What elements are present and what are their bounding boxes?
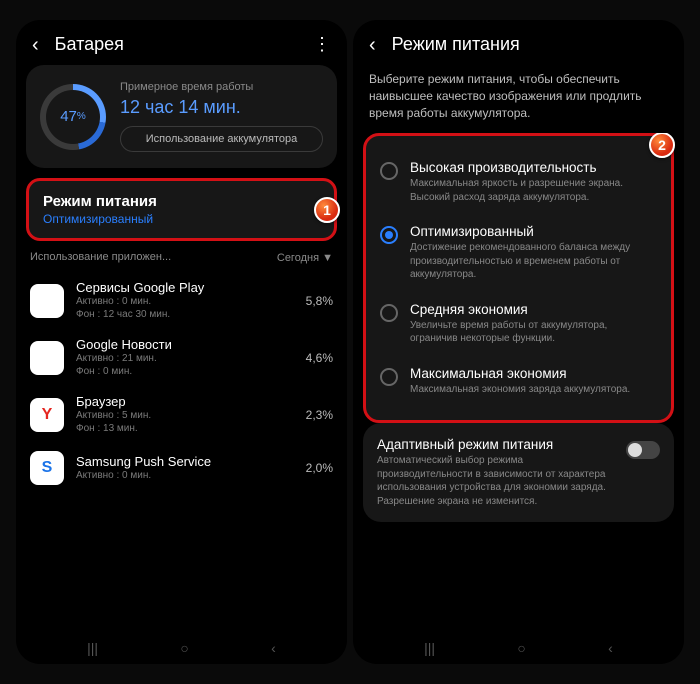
adaptive-toggle[interactable]	[626, 441, 660, 459]
power-mode-row[interactable]: Режим питания Оптимизированный 1	[26, 178, 337, 241]
power-mode-option[interactable]: Средняя экономия Увеличьте время работы о…	[378, 292, 659, 356]
radio-icon[interactable]	[380, 368, 398, 386]
radio-icon[interactable]	[380, 226, 398, 244]
battery-percent: 47	[60, 108, 77, 125]
app-percent: 2,0%	[306, 461, 333, 475]
power-mode-option[interactable]: Максимальная экономия Максимальная эконом…	[378, 356, 659, 407]
app-meta: Активно : 21 мин.Фон : 0 мин.	[76, 352, 294, 378]
back-icon[interactable]: ‹	[369, 35, 376, 55]
app-icon: S	[30, 451, 64, 485]
adaptive-power-row[interactable]: Адаптивный режим питания Автоматический …	[363, 423, 674, 522]
callout-badge-2: 2	[649, 133, 675, 158]
app-name: Samsung Push Service	[76, 454, 294, 469]
eta-label: Примерное время работы	[120, 81, 323, 93]
radio-icon[interactable]	[380, 304, 398, 322]
app-percent: 2,3%	[306, 408, 333, 422]
app-row[interactable]: Y БраузерАктивно : 5 мин.Фон : 13 мин. 2,3…	[26, 386, 337, 443]
power-mode-option[interactable]: Оптимизированный Достижение рекомендованн…	[378, 214, 659, 292]
app-icon: Y	[30, 398, 64, 432]
option-desc: Максимальная яркость и разрешение экрана…	[410, 177, 657, 204]
nav-back-icon[interactable]: ‹	[271, 640, 276, 656]
app-name: Сервисы Google Play	[76, 280, 294, 295]
power-mode-value: Оптимизированный	[43, 212, 320, 226]
more-icon[interactable]: ⋮	[313, 34, 331, 55]
power-mode-option[interactable]: Высокая производительность Максимальная я…	[378, 150, 659, 214]
nav-home-icon[interactable]: ○	[180, 640, 188, 656]
nav-home-icon[interactable]: ○	[517, 640, 525, 656]
power-mode-screen: ‹ Режим питания Выберите режим питания, …	[353, 20, 684, 664]
page-title: Батарея	[55, 34, 297, 55]
app-row[interactable]: G Google НовостиАктивно : 21 мин.Фон : 0 …	[26, 329, 337, 386]
option-title: Оптимизированный	[410, 224, 657, 239]
option-title: Максимальная экономия	[410, 366, 657, 381]
power-mode-options: 2 Высокая производительность Максимальная…	[363, 133, 674, 423]
today-dropdown[interactable]: Сегодня ▼	[277, 252, 333, 264]
battery-summary-card: 47% Примерное время работы 12 час 14 мин…	[26, 65, 337, 168]
nav-recent-icon[interactable]: |||	[87, 640, 98, 656]
battery-usage-button[interactable]: Использование аккумулятора	[120, 126, 323, 152]
adaptive-desc: Автоматический выбор режима производител…	[377, 454, 616, 508]
app-meta: Активно : 5 мин.Фон : 13 мин.	[76, 409, 294, 435]
adaptive-title: Адаптивный режим питания	[377, 437, 616, 452]
header: ‹ Батарея ⋮	[16, 20, 347, 65]
power-mode-title: Режим питания	[43, 193, 320, 210]
screen-description: Выберите режим питания, чтобы обеспечить…	[353, 65, 684, 133]
app-percent: 5,8%	[306, 294, 333, 308]
option-desc: Достижение рекомендованного баланса межд…	[410, 241, 657, 282]
app-row[interactable]: S Samsung Push ServiceАктивно : 0 мин. 2,0…	[26, 443, 337, 493]
app-usage-label: Использование приложен...	[30, 251, 171, 264]
battery-ring: 47%	[40, 84, 106, 150]
option-desc: Максимальная экономия заряда аккумулятор…	[410, 383, 657, 397]
eta-value: 12 час 14 мин.	[120, 97, 323, 118]
app-meta: Активно : 0 мин.Фон : 12 час 30 мин.	[76, 295, 294, 321]
app-usage-header: Использование приложен... Сегодня ▼	[30, 251, 333, 264]
option-desc: Увеличьте время работы от аккумулятора, …	[410, 319, 657, 346]
battery-screen: ‹ Батарея ⋮ 47% Примерное время работы 1…	[16, 20, 347, 664]
android-navbar: ||| ○ ‹	[353, 638, 684, 664]
radio-icon[interactable]	[380, 162, 398, 180]
app-meta: Активно : 0 мин.	[76, 469, 294, 482]
nav-recent-icon[interactable]: |||	[424, 640, 435, 656]
android-navbar: ||| ○ ‹	[16, 638, 347, 664]
app-name: Браузер	[76, 394, 294, 409]
app-icon: ▶	[30, 284, 64, 318]
nav-back-icon[interactable]: ‹	[608, 640, 613, 656]
app-icon: G	[30, 341, 64, 375]
back-icon[interactable]: ‹	[32, 35, 39, 55]
option-title: Высокая производительность	[410, 160, 657, 175]
option-title: Средняя экономия	[410, 302, 657, 317]
app-percent: 4,6%	[306, 351, 333, 365]
header: ‹ Режим питания	[353, 20, 684, 65]
callout-badge-1: 1	[314, 197, 340, 223]
app-row[interactable]: ▶ Сервисы Google PlayАктивно : 0 мин.Фон …	[26, 272, 337, 329]
page-title: Режим питания	[392, 34, 668, 55]
app-name: Google Новости	[76, 337, 294, 352]
